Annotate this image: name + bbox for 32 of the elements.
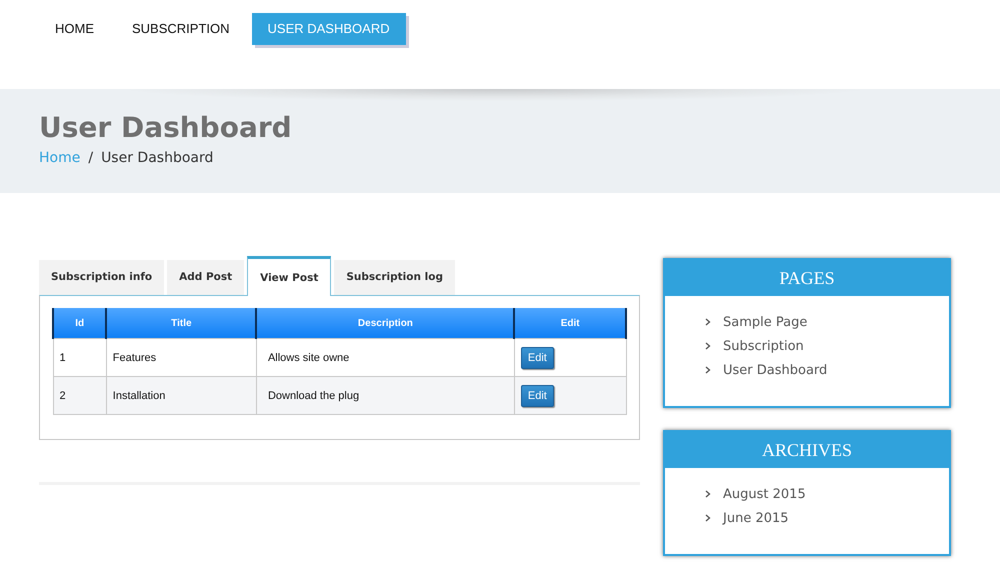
widget-link[interactable]: Sample Page xyxy=(723,314,808,330)
tab[interactable]: Subscription log xyxy=(334,260,455,295)
widget-link[interactable]: User Dashboard xyxy=(723,362,828,378)
table-cell: Installation xyxy=(106,376,256,414)
nav-link[interactable]: HOME xyxy=(39,13,110,45)
widget-link[interactable]: Subscription xyxy=(723,338,804,354)
chevron-icon xyxy=(703,341,713,351)
column-header: Edit xyxy=(514,308,626,338)
chevron-icon xyxy=(703,489,713,499)
chevron-icon xyxy=(703,317,713,327)
table-cell: Download the plug xyxy=(256,376,514,414)
chevron-icon xyxy=(703,365,713,375)
nav-link[interactable]: SUBSCRIPTION xyxy=(116,13,246,45)
column-header: Title xyxy=(106,308,256,338)
widget-link[interactable]: August 2015 xyxy=(723,486,806,502)
edit-button[interactable]: Edit xyxy=(520,384,554,406)
table-cell: 1 xyxy=(53,338,106,376)
breadcrumb-separator: / xyxy=(88,150,94,166)
widget-title: ARCHIVES xyxy=(665,432,949,468)
column-header: Id xyxy=(53,308,106,338)
chevron-icon xyxy=(703,513,713,523)
breadcrumb-current: User Dashboard xyxy=(101,150,214,166)
tab[interactable]: Add Post xyxy=(167,260,244,295)
column-header: Description xyxy=(256,308,514,338)
widget-link[interactable]: June 2015 xyxy=(723,510,789,526)
tab[interactable]: Subscription info xyxy=(39,260,164,295)
widget-title: PAGES xyxy=(665,260,949,296)
edit-button[interactable]: Edit xyxy=(520,346,554,368)
page-title: User Dashboard xyxy=(39,110,293,146)
table-cell: 2 xyxy=(53,376,106,414)
table-cell: Allows site owne xyxy=(256,338,514,376)
tab[interactable]: View Post xyxy=(247,256,332,296)
